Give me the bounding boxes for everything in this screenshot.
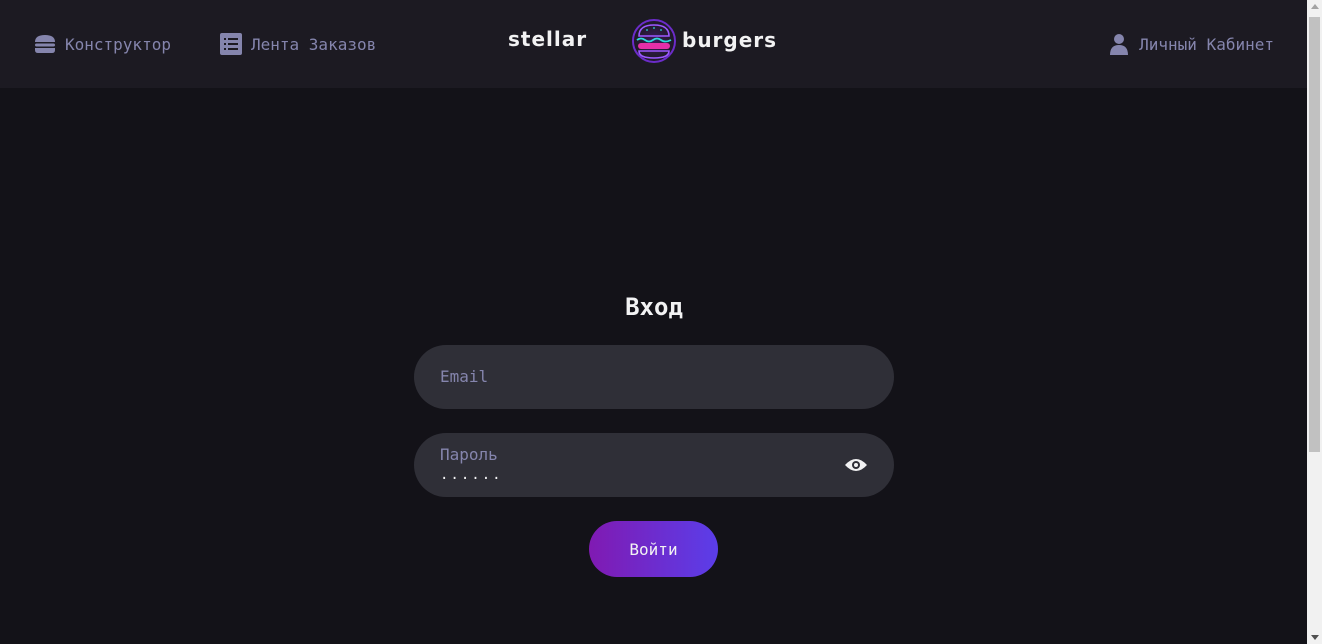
- scrollbar-thumb[interactable]: [1309, 17, 1320, 452]
- password-label: Пароль: [440, 445, 498, 464]
- email-field[interactable]: Email: [414, 345, 894, 409]
- burger-icon: [33, 32, 57, 56]
- login-button[interactable]: Войти: [589, 521, 718, 577]
- burger-logo-icon: [632, 19, 676, 63]
- logo-text-burgers: burgers: [682, 28, 778, 52]
- nav-personal-account[interactable]: Личный Кабинет: [1107, 28, 1274, 60]
- nav-order-feed-label: Лента Заказов: [251, 34, 377, 54]
- nav-personal-account-label: Личный Кабинет: [1139, 34, 1274, 54]
- password-input[interactable]: [440, 463, 834, 487]
- eye-icon[interactable]: [844, 455, 868, 475]
- page: Конструктор Лента Заказов stellar burger…: [0, 0, 1307, 644]
- nav-constructor-label: Конструктор: [65, 34, 171, 54]
- page-title: Вход: [625, 293, 683, 321]
- email-input[interactable]: [440, 375, 834, 399]
- vertical-scrollbar[interactable]: [1307, 0, 1322, 644]
- app-header: Конструктор Лента Заказов stellar burger…: [0, 0, 1307, 88]
- profile-icon: [1107, 32, 1131, 56]
- password-field[interactable]: Пароль: [414, 433, 894, 497]
- list-icon: [219, 32, 243, 56]
- scroll-down-arrow-icon[interactable]: [1311, 635, 1319, 640]
- scroll-up-arrow-icon[interactable]: [1311, 4, 1319, 9]
- nav-constructor[interactable]: Конструктор: [33, 28, 171, 60]
- stellar-burgers-logo[interactable]: stellar burgers: [508, 18, 800, 66]
- logo-text-stellar: stellar: [508, 27, 588, 51]
- nav-order-feed[interactable]: Лента Заказов: [219, 28, 376, 60]
